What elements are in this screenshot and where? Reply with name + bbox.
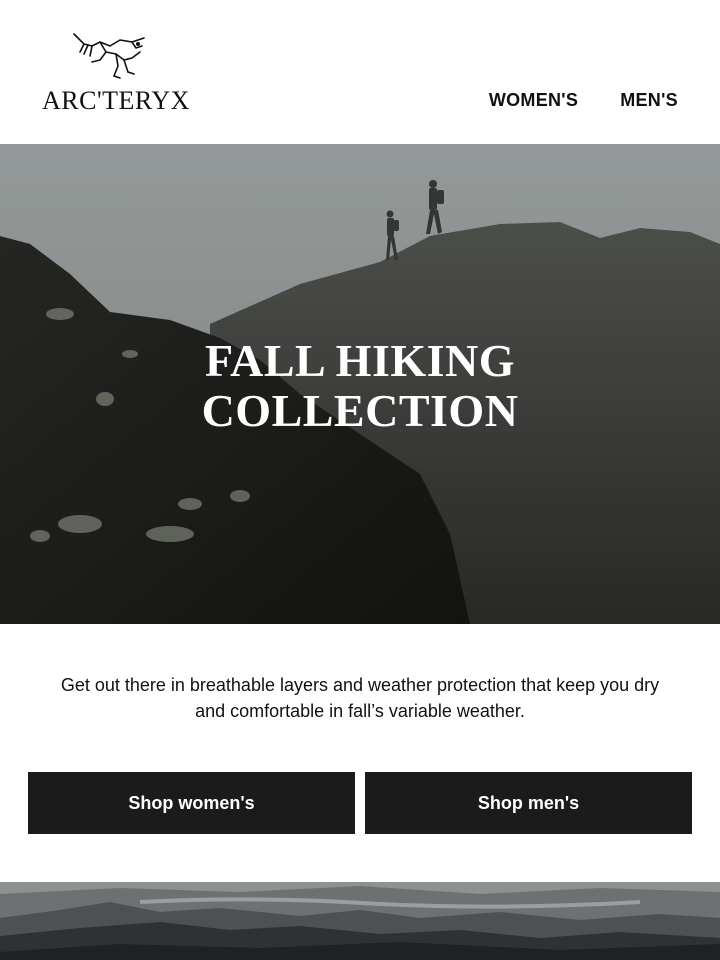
nav-womens-link[interactable]: WOMEN'S — [489, 90, 578, 111]
brand-wordmark: ARC'TERYX — [42, 86, 190, 115]
mountain-landscape-graphic — [0, 882, 720, 960]
intro-text: Get out there in breathable layers and w… — [60, 675, 660, 721]
main-nav: WOMEN'S MEN'S — [489, 90, 678, 111]
hero-title: FALL HIKING COLLECTION — [0, 336, 720, 436]
email-header: ARC'TERYX WOMEN'S MEN'S — [0, 0, 720, 144]
archaeopteryx-logo-icon — [73, 33, 145, 79]
hero-title-line2: COLLECTION — [201, 385, 519, 436]
shop-womens-button[interactable]: Shop women's — [28, 772, 355, 834]
shop-mens-button[interactable]: Shop men's — [365, 772, 692, 834]
hero-banner[interactable]: FALL HIKING COLLECTION — [0, 144, 720, 624]
brand-logo[interactable]: ARC'TERYX — [42, 30, 189, 115]
nav-mens-link[interactable]: MEN'S — [620, 90, 678, 111]
hero-title-line1: FALL HIKING — [204, 335, 516, 386]
mountain-landscape-image[interactable] — [0, 882, 720, 960]
